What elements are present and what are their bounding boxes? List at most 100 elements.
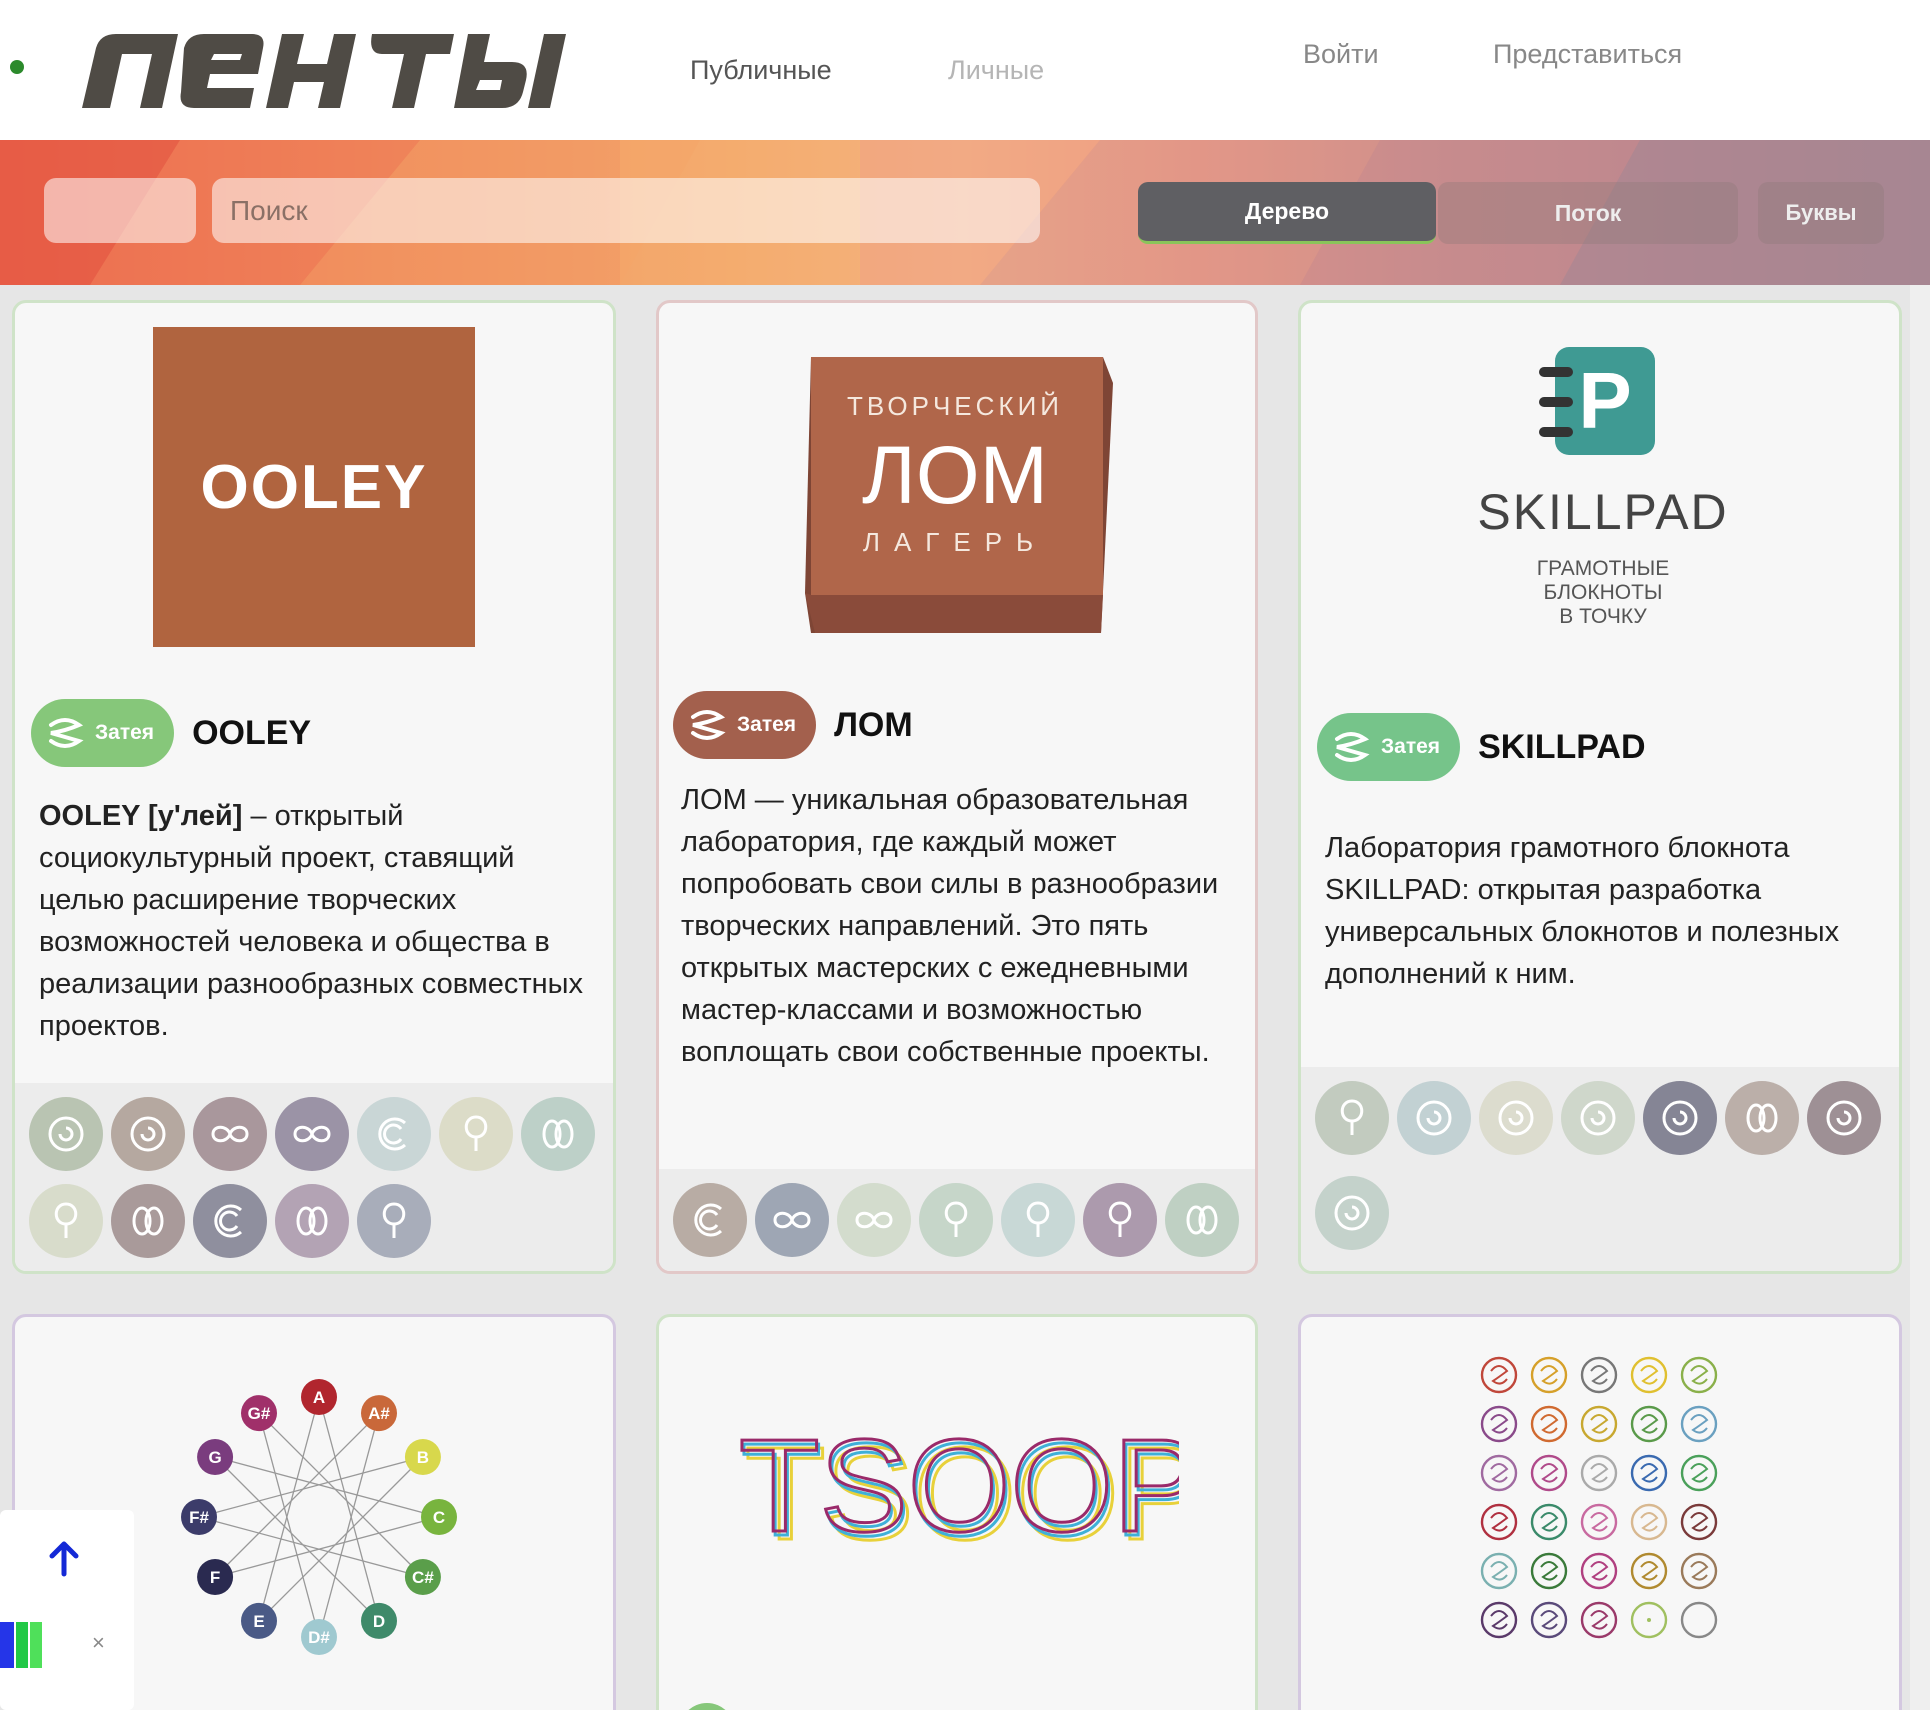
monogram-glyph bbox=[1640, 1414, 1659, 1434]
note-label: F# bbox=[189, 1508, 209, 1527]
participant-avatar[interactable] bbox=[1001, 1183, 1075, 1257]
monogram-icon bbox=[1580, 1405, 1618, 1443]
participant-avatar[interactable] bbox=[1807, 1081, 1881, 1155]
participant-avatar[interactable] bbox=[1643, 1081, 1717, 1155]
login-link[interactable]: Войти bbox=[1303, 39, 1379, 70]
loop-icon bbox=[944, 1201, 968, 1237]
close-icon[interactable]: × bbox=[92, 1630, 105, 1656]
note-label: F bbox=[210, 1568, 220, 1587]
card-title-row: Затея SKILLPAD bbox=[1317, 713, 1646, 781]
card-title[interactable]: ЛОМ bbox=[834, 706, 913, 745]
participant-avatar[interactable] bbox=[1165, 1183, 1239, 1257]
monogram-glyph bbox=[1690, 1414, 1709, 1434]
participant-avatar[interactable] bbox=[1315, 1081, 1389, 1155]
project-card-letters[interactable] bbox=[1298, 1314, 1902, 1710]
badge-zateya[interactable]: Затея bbox=[1317, 713, 1461, 781]
note-g: G bbox=[197, 1439, 234, 1475]
badge-zateya[interactable]: Затея bbox=[31, 699, 175, 767]
spiral-icon bbox=[691, 710, 726, 740]
participant-avatar[interactable] bbox=[673, 1183, 747, 1257]
participant-avatar[interactable] bbox=[837, 1183, 911, 1257]
nav-personal[interactable]: Личные bbox=[948, 55, 1044, 86]
loop-icon bbox=[1026, 1201, 1050, 1237]
participant-avatar[interactable] bbox=[275, 1184, 349, 1258]
monogram-icon bbox=[1480, 1503, 1518, 1541]
badge-zateya[interactable] bbox=[679, 1703, 735, 1710]
participant-avatar[interactable] bbox=[29, 1097, 103, 1171]
nav-public[interactable]: Публичные bbox=[690, 55, 832, 86]
monogram-glyph bbox=[1640, 1365, 1659, 1385]
wheel-connector bbox=[214, 1412, 380, 1578]
project-card-tsoop[interactable]: TSOOP TSOOP TSOOP bbox=[656, 1314, 1258, 1710]
monogram-icon bbox=[1480, 1405, 1518, 1443]
view-flow-button[interactable]: Поток bbox=[1438, 182, 1738, 244]
search-input[interactable] bbox=[212, 178, 1040, 243]
participant-avatar[interactable] bbox=[1561, 1081, 1635, 1155]
note-c-sharp: C# bbox=[404, 1559, 441, 1595]
participant-avatar[interactable] bbox=[357, 1184, 431, 1258]
card-description: ЛОМ — уникальная образовательная лаборат… bbox=[681, 784, 1219, 1068]
participant-avatar[interactable] bbox=[29, 1184, 103, 1258]
note-g-sharp: G# bbox=[241, 1395, 277, 1432]
participant-avatar[interactable] bbox=[521, 1097, 595, 1171]
participant-avatar[interactable] bbox=[111, 1184, 185, 1258]
notebook-ring bbox=[1539, 427, 1573, 437]
wheel-connector bbox=[258, 1396, 320, 1622]
view-letters-button[interactable]: Буквы bbox=[1758, 182, 1884, 244]
wheel-connector bbox=[214, 1516, 440, 1578]
monogram-glyph bbox=[1540, 1414, 1559, 1434]
project-card-lom[interactable]: ТВОРЧЕСКИЙ ЛОМ ЛАГЕРЬ Затея ЛОМ ЛОМ — ун… bbox=[656, 300, 1258, 1274]
page-scrollbar[interactable] bbox=[1910, 285, 1930, 1710]
participant-avatar[interactable] bbox=[1315, 1176, 1389, 1250]
project-card-ooley[interactable]: OOLEY Затея OOLEY OOLEY [у'лей] – открыт… bbox=[12, 300, 616, 1274]
monogram-glyph bbox=[1540, 1512, 1559, 1532]
monogram-glyph bbox=[1490, 1512, 1509, 1532]
double-loop-icon bbox=[296, 1206, 328, 1236]
introduce-link[interactable]: Представиться bbox=[1493, 39, 1682, 70]
lom-logo-line1: ТВОРЧЕСКИЙ bbox=[847, 391, 1063, 421]
search-scope-box[interactable] bbox=[44, 178, 196, 243]
wheel-connector bbox=[214, 1456, 380, 1622]
card-title[interactable]: OOLEY bbox=[192, 714, 311, 753]
badge-zateya[interactable]: Затея bbox=[673, 691, 817, 759]
monogram-glyph bbox=[1590, 1414, 1609, 1434]
monogram-icon bbox=[1580, 1356, 1618, 1394]
skillpad-sub-line: БЛОКНОТЫ bbox=[1543, 581, 1663, 604]
participant-avatar[interactable] bbox=[755, 1183, 829, 1257]
monogram-icon bbox=[1630, 1356, 1668, 1394]
participant-avatar[interactable] bbox=[1479, 1081, 1553, 1155]
arrow-up-icon[interactable] bbox=[44, 1538, 84, 1578]
monogram-glyph bbox=[1690, 1512, 1709, 1532]
card-title[interactable]: SKILLPAD bbox=[1478, 728, 1645, 767]
skillpad-sub-line: В ТОЧКУ bbox=[1559, 605, 1647, 628]
status-dot bbox=[10, 60, 24, 74]
loop-icon bbox=[54, 1202, 78, 1238]
monogram-icon bbox=[1530, 1405, 1568, 1443]
participant-avatar[interactable] bbox=[1083, 1183, 1157, 1257]
participant-avatar[interactable] bbox=[1397, 1081, 1471, 1155]
participant-avatar[interactable] bbox=[193, 1184, 267, 1258]
participant-avatar[interactable] bbox=[919, 1183, 993, 1257]
project-card-skillpad[interactable]: P SKILLPAD ГРАМОТНЫЕ БЛОКНОТЫ В ТОЧКУ За… bbox=[1298, 300, 1902, 1274]
monogram-icon bbox=[1680, 1356, 1718, 1394]
swirl-icon bbox=[130, 1116, 166, 1152]
participant-avatar[interactable] bbox=[275, 1097, 349, 1171]
participant-avatar[interactable] bbox=[439, 1097, 513, 1171]
note-label: C# bbox=[412, 1568, 434, 1587]
note-f-sharp: F# bbox=[181, 1499, 217, 1535]
participant-avatar[interactable] bbox=[1725, 1081, 1799, 1155]
swirl-icon bbox=[1498, 1100, 1534, 1136]
participant-avatar[interactable] bbox=[111, 1097, 185, 1171]
participant-avatar[interactable] bbox=[357, 1097, 431, 1171]
view-tree-button[interactable]: Дерево bbox=[1138, 182, 1436, 244]
site-logo[interactable] bbox=[82, 34, 582, 108]
monogram-glyph bbox=[1540, 1561, 1559, 1581]
tsoop-logo: TSOOP TSOOP TSOOP bbox=[739, 1427, 1179, 1557]
monogram-glyph bbox=[1690, 1463, 1709, 1483]
participant-avatar[interactable] bbox=[193, 1097, 267, 1171]
double-loop-icon bbox=[1746, 1103, 1778, 1133]
monogram-icon bbox=[1530, 1503, 1568, 1541]
wheel-connector bbox=[318, 1396, 380, 1622]
double-loop-icon bbox=[132, 1206, 164, 1236]
color-bars-icon[interactable] bbox=[0, 1622, 56, 1668]
